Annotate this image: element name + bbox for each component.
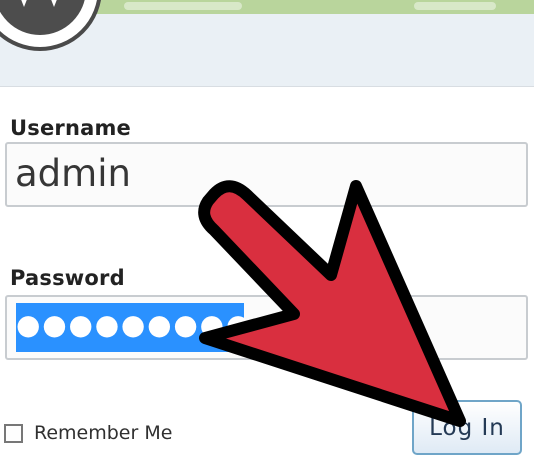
blurred-header-text	[124, 2, 242, 10]
remember-me-label: Remember Me	[34, 422, 173, 444]
username-field[interactable]: admin	[5, 142, 528, 207]
password-value: ●●●●●●●●●	[16, 308, 253, 341]
password-field[interactable]: ●●●●●●●●●	[5, 295, 528, 360]
wordpress-logo-icon	[0, 0, 102, 51]
log-in-button[interactable]: Log In	[412, 400, 522, 455]
username-value: admin	[15, 152, 131, 195]
username-label: Username	[10, 116, 131, 140]
remember-me-option[interactable]: Remember Me	[4, 421, 172, 445]
password-label: Password	[10, 266, 125, 290]
blurred-header-text-right	[414, 2, 496, 10]
login-page: Username admin Password ●●●●●●●●● Rememb…	[0, 0, 534, 462]
wordpress-logo-glyph	[0, 0, 86, 35]
remember-me-checkbox[interactable]	[4, 423, 23, 443]
